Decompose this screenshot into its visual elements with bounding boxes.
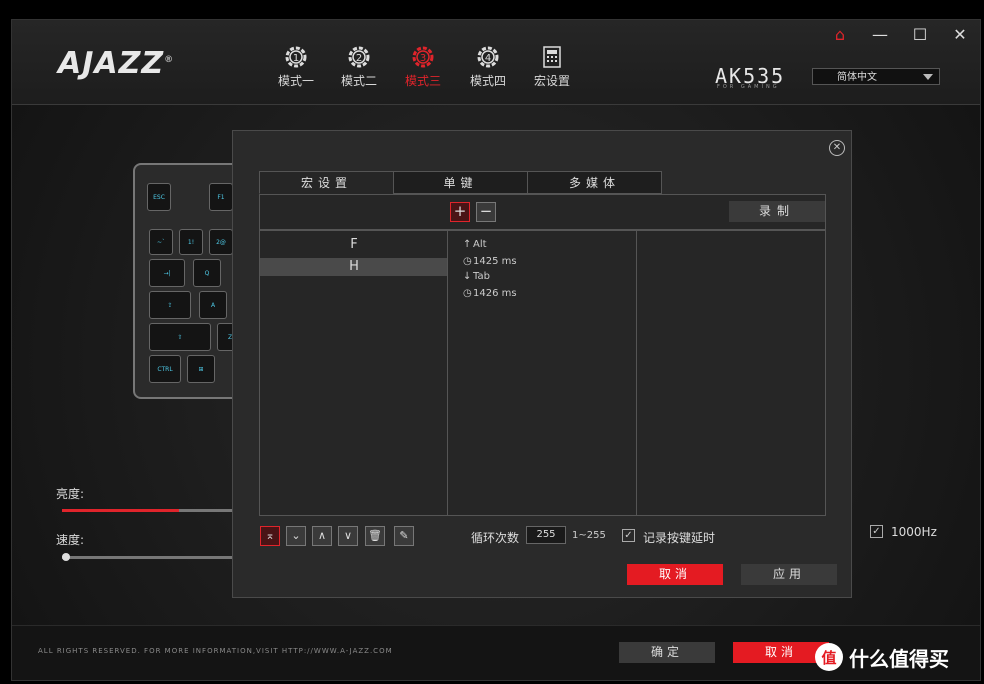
tab-mode-3[interactable]: 3 模式三 [393, 44, 453, 89]
key[interactable]: ⇧ [149, 323, 211, 351]
move-to-bottom-icon[interactable]: ⌄ [286, 526, 306, 546]
tab-multimedia[interactable]: 多媒体 [527, 171, 662, 194]
maximize-icon[interactable]: ☐ [900, 20, 940, 48]
gear-icon: 3 [412, 46, 434, 68]
tab-mode-2[interactable]: 2 模式二 [329, 44, 389, 89]
mode-label: 模式四 [469, 74, 506, 88]
macro-dialog: ✕ 宏设置 单键 多媒体 + − 录制 F H ↑ Alt ◷1425 ms ↓ T… [232, 130, 852, 598]
svg-text:1: 1 [293, 53, 299, 64]
macro-list-item[interactable]: F [260, 236, 448, 254]
watermark-text: 什么值得买 [849, 646, 949, 671]
apply-button[interactable]: 应用 [741, 564, 837, 585]
record-delay-label: 记录按键延时 [643, 531, 716, 545]
clock-icon: ◷ [463, 256, 472, 267]
brightness-slider[interactable] [62, 509, 242, 512]
record-delay-checkbox[interactable]: ✓ [622, 529, 635, 542]
move-down-icon[interactable]: ∨ [338, 526, 358, 546]
loop-count-label: 循环次数 [471, 531, 520, 545]
key[interactable]: CTRL [149, 355, 181, 383]
close-icon[interactable]: ✕ [829, 140, 845, 156]
loop-range-text: 1~255 [572, 530, 606, 541]
home-icon[interactable]: ⌂ [820, 20, 860, 48]
ok-button[interactable]: 确定 [619, 642, 715, 663]
polling-checkbox[interactable]: ✓ [870, 525, 883, 538]
clock-icon: ◷ [463, 288, 472, 299]
trash-icon[interactable]: 🗑 [365, 526, 385, 546]
loop-count-input[interactable]: 255 [526, 526, 566, 544]
mode-label: 模式三 [404, 74, 441, 88]
copyright-text: ALL RIGHTS RESERVED. FOR MORE INFORMATIO… [38, 647, 393, 655]
calculator-icon [543, 46, 561, 68]
header: AJAZZ® 1 模式一 2 模式二 3 模式三 4 模式四 宏设置 ⌂ — ☐… [12, 20, 980, 105]
list-item[interactable]: ↓ Tab [463, 271, 490, 282]
close-icon[interactable]: ✕ [940, 20, 980, 48]
polling-label: 1000Hz [891, 525, 937, 539]
svg-text:2: 2 [356, 53, 362, 64]
list-item[interactable]: ↑ Alt [463, 239, 487, 250]
macro-list: F H [259, 230, 449, 516]
add-macro-button[interactable]: + [450, 202, 470, 222]
key[interactable]: 2@ [209, 229, 233, 255]
gear-icon: 1 [285, 46, 307, 68]
key[interactable]: F1 [209, 183, 233, 211]
chevron-down-icon [923, 74, 933, 80]
speed-slider[interactable] [62, 556, 242, 559]
svg-text:3: 3 [420, 53, 426, 64]
tab-mode-4[interactable]: 4 模式四 [458, 44, 518, 89]
key[interactable]: →| [149, 259, 185, 287]
list-item[interactable]: ◷1426 ms [463, 288, 517, 299]
gear-icon: 4 [477, 46, 499, 68]
speed-label: 速度: [56, 533, 85, 547]
window-controls: ⌂ — ☐ ✕ [820, 20, 980, 48]
svg-text:4: 4 [485, 53, 491, 64]
key[interactable]: ~` [149, 229, 173, 255]
key[interactable]: ⊞ [187, 355, 215, 383]
watermark: 值 什么值得买 [815, 637, 980, 677]
tab-mode-1[interactable]: 1 模式一 [266, 44, 326, 89]
event-list: ↑ Alt ◷1425 ms ↓ Tab ◷1426 ms [447, 230, 638, 516]
record-button[interactable]: 录制 [729, 201, 825, 222]
arrow-down-icon: ↓ [463, 271, 472, 282]
key[interactable]: A [199, 291, 227, 319]
move-to-top-icon[interactable]: ⌅ [260, 526, 280, 546]
clear-icon[interactable]: ✎ [394, 526, 414, 546]
speed-slider-handle[interactable] [62, 553, 70, 561]
tab-single-key[interactable]: 单键 [393, 171, 528, 194]
macro-toolbar: + − 录制 [259, 194, 826, 230]
tab-macro-settings[interactable]: 宏设置 [259, 171, 394, 194]
remove-macro-button[interactable]: − [476, 202, 496, 222]
macro-list-item[interactable]: H [260, 258, 448, 276]
key[interactable]: ⇪ [149, 291, 191, 319]
ajazz-logo: AJAZZ® [58, 46, 175, 81]
mode-label: 宏设置 [533, 74, 570, 88]
list-item[interactable]: ◷1425 ms [463, 256, 517, 267]
move-up-icon[interactable]: ∧ [312, 526, 332, 546]
brightness-fill [62, 509, 179, 512]
arrow-up-icon: ↑ [463, 239, 472, 250]
key[interactable]: ESC [147, 183, 171, 211]
brightness-label: 亮度: [56, 487, 85, 501]
smzdm-logo-icon: 值 [815, 643, 843, 671]
model-subtitle: FOR GAMING [717, 84, 780, 90]
mode-label: 模式二 [340, 74, 377, 88]
tab-macro-settings[interactable]: 宏设置 [522, 44, 582, 89]
mode-label: 模式一 [277, 74, 314, 88]
language-select[interactable]: 简体中文 [812, 68, 940, 85]
detail-panel [636, 230, 826, 516]
dialog-tabs: 宏设置 单键 多媒体 [259, 171, 662, 194]
dialog-cancel-button[interactable]: 取消 [627, 564, 723, 585]
key[interactable]: 1! [179, 229, 203, 255]
minimize-icon[interactable]: — [860, 20, 900, 48]
key[interactable]: Q [193, 259, 221, 287]
gear-icon: 2 [348, 46, 370, 68]
